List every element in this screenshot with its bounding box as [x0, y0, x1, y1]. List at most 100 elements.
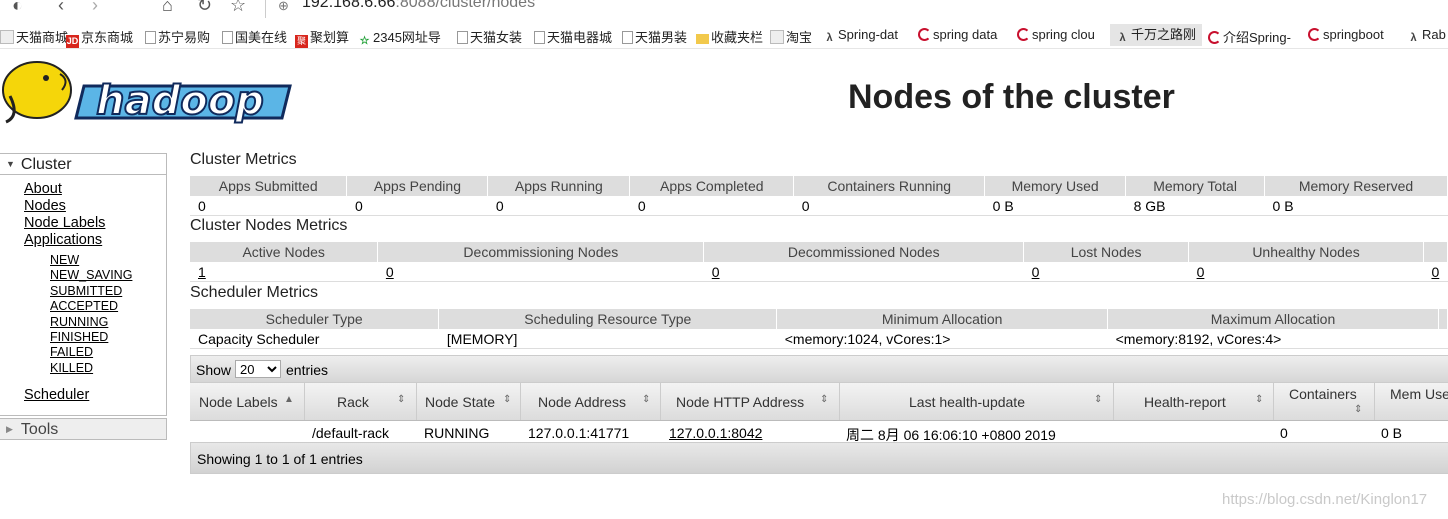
page-icon	[534, 31, 545, 44]
cluster-metrics-title: Cluster Metrics	[190, 151, 297, 168]
col-mem-used[interactable]: Mem Use	[1375, 383, 1448, 420]
nav-link-node-labels[interactable]: Node Labels	[24, 215, 105, 231]
nav-app-submitted[interactable]: SUBMITTED	[50, 284, 122, 298]
table-toolbar: Show 20 entries	[190, 355, 1448, 383]
bookmark-item[interactable]: JD 京东商城	[66, 27, 133, 48]
col-header: Scheduler Type	[190, 309, 440, 329]
nav-link-scheduler[interactable]: Scheduler	[24, 387, 89, 403]
bookmark-item[interactable]: 天猫商城	[0, 27, 68, 46]
col-rack[interactable]: Rack ⇕	[305, 383, 417, 420]
minimum-allocation: <memory:1024, vCores:1>	[776, 329, 1108, 349]
col-header: Memory Total	[1125, 176, 1266, 196]
cell-containers: 0	[1280, 425, 1288, 441]
bookmark-folder[interactable]: 收藏夹栏	[696, 27, 763, 46]
col-header: Scheduling Resource Type	[438, 309, 778, 329]
csdn-icon	[918, 28, 931, 41]
spring-icon: λ	[826, 32, 833, 44]
col-header: Memory Reserved	[1264, 176, 1448, 196]
col-header: Decommissioning Nodes	[377, 242, 705, 262]
watermark: https://blog.csdn.net/Kinglon17	[1222, 491, 1428, 508]
decommissioned-nodes-link[interactable]: 0	[712, 264, 720, 280]
home-icon[interactable]: ⌂	[162, 0, 173, 16]
cluster-section-header[interactable]: ▼ Cluster	[0, 153, 167, 175]
unhealthy-nodes-link[interactable]: 0	[1197, 264, 1205, 280]
active-nodes-link[interactable]: 1	[198, 264, 206, 280]
bookmark-item[interactable]: 天猫男装	[622, 27, 687, 46]
cluster-metrics-table: Apps Submitted Apps Pending Apps Running…	[190, 176, 1448, 216]
bookmark-item[interactable]: 淘宝	[770, 27, 812, 46]
metric-value: 0 B	[1264, 196, 1448, 216]
cluster-section-body: About Nodes Node Labels Applications NEW…	[0, 175, 167, 416]
table-footer: Showing 1 to 1 of 1 entries	[190, 442, 1448, 474]
sort-icon: ⇕	[642, 394, 651, 405]
col-header: Active Nodes	[190, 242, 379, 262]
bookmark-item[interactable]: 天猫电器城	[534, 27, 612, 46]
nav-link-applications[interactable]: Applications	[24, 232, 102, 248]
bookmark-item[interactable]: 苏宁易购	[145, 27, 210, 46]
bookmark-item[interactable]: λ Spring-dat	[823, 27, 898, 45]
show-label: Show	[196, 362, 232, 378]
sort-icon: ⇕	[1255, 394, 1264, 405]
taobao-icon	[770, 30, 784, 44]
scheduler-metrics-table: Scheduler Type Scheduling Resource Type …	[190, 309, 1448, 349]
nav-app-failed[interactable]: FAILED	[50, 345, 93, 359]
table-header-row: Node Labels ▲ Rack ⇕ Node State ⇕ Node Addr…	[190, 383, 1448, 421]
folder-icon	[696, 34, 709, 44]
page-size-select[interactable]: 20	[235, 360, 281, 378]
address-bar[interactable]: ⊕ 192.168.6.66:8088/cluster/nodes	[265, 0, 1448, 18]
col-health-report[interactable]: Health-report ⇕	[1114, 383, 1274, 420]
url-host: 192.168.6.66	[302, 0, 396, 11]
nav-app-killed[interactable]: KILLED	[50, 361, 93, 375]
nav-link-nodes[interactable]: Nodes	[24, 198, 66, 214]
sort-icon: ⇕	[1094, 394, 1103, 405]
tools-section-header[interactable]: ▶ Tools	[0, 418, 167, 440]
scheduling-resource-type: [MEMORY]	[438, 329, 777, 349]
bookmark-item[interactable]: λ Rab	[1407, 27, 1445, 45]
back-icon[interactable]: ‹	[58, 0, 64, 16]
nav-app-new-saving[interactable]: NEW_SAVING	[50, 268, 132, 282]
sort-asc-icon: ▲	[284, 394, 294, 405]
cell-node-http-address-link[interactable]: 127.0.0.1:8042	[669, 425, 762, 441]
decommissioning-nodes-link[interactable]: 0	[386, 264, 394, 280]
nav-app-running[interactable]: RUNNING	[50, 315, 108, 329]
sort-icon: ⇕	[503, 394, 512, 405]
bookmark-item[interactable]: spring clou	[1017, 27, 1095, 42]
bookmark-item[interactable]: 国美在线	[222, 27, 287, 46]
bookmark-item[interactable]: 介绍Spring-	[1208, 27, 1291, 46]
maximum-allocation: <memory:8192, vCores:4>	[1107, 329, 1439, 349]
page-icon	[457, 31, 468, 44]
rebooted-nodes-link[interactable]: 0	[1431, 264, 1439, 280]
col-header: Apps Submitted	[190, 176, 348, 196]
bookmark-item[interactable]: 天猫女装	[457, 27, 522, 46]
col-node-http-address[interactable]: Node HTTP Address ⇕	[661, 383, 840, 420]
forward-icon[interactable]: ›	[92, 0, 98, 16]
scheduler-type: Capacity Scheduler	[190, 329, 439, 349]
bookmark-item[interactable]: springboot	[1308, 27, 1384, 42]
nav-app-finished[interactable]: FINISHED	[50, 330, 108, 344]
refresh-icon[interactable]: ↻	[197, 0, 212, 16]
bookmarks-bar: 天猫商城 JD 京东商城 苏宁易购 国美在线 聚聚划算 ☆ 2345网址导 天猫女装…	[0, 22, 1448, 49]
bookmark-item[interactable]: spring data	[918, 27, 997, 42]
col-header: Lost Nodes	[1023, 242, 1190, 262]
juhuasuan-icon: 聚	[295, 35, 308, 48]
bookmark-item[interactable]: ☆ 2345网址导	[358, 27, 441, 48]
col-containers[interactable]: Containers ⇕	[1274, 383, 1375, 420]
bookmark-item[interactable]: 聚聚划算	[295, 27, 349, 48]
star-icon[interactable]: ☆	[230, 0, 246, 16]
lost-nodes-link[interactable]: 0	[1032, 264, 1040, 280]
nav-app-accepted[interactable]: ACCEPTED	[50, 299, 118, 313]
col-node-labels[interactable]: Node Labels ▲	[190, 383, 305, 420]
sort-icon: ⇕	[1354, 404, 1363, 415]
cell-rack: /default-rack	[312, 425, 390, 441]
nav-app-new[interactable]: NEW	[50, 253, 79, 267]
bookmark-item-selected[interactable]: λ 千万之路刚	[1110, 24, 1203, 46]
metric-value: 0	[793, 196, 985, 216]
col-node-address[interactable]: Node Address ⇕	[521, 383, 661, 420]
nav-link-about[interactable]: About	[24, 181, 62, 197]
col-node-state[interactable]: Node State ⇕	[417, 383, 521, 420]
sort-icon: ⇕	[397, 394, 406, 405]
node-metrics-title: Cluster Nodes Metrics	[190, 217, 348, 234]
col-header: Apps Pending	[346, 176, 489, 196]
col-last-health-update[interactable]: Last health-update ⇕	[840, 383, 1114, 420]
hadoop-logo: hadoop	[2, 61, 292, 125]
